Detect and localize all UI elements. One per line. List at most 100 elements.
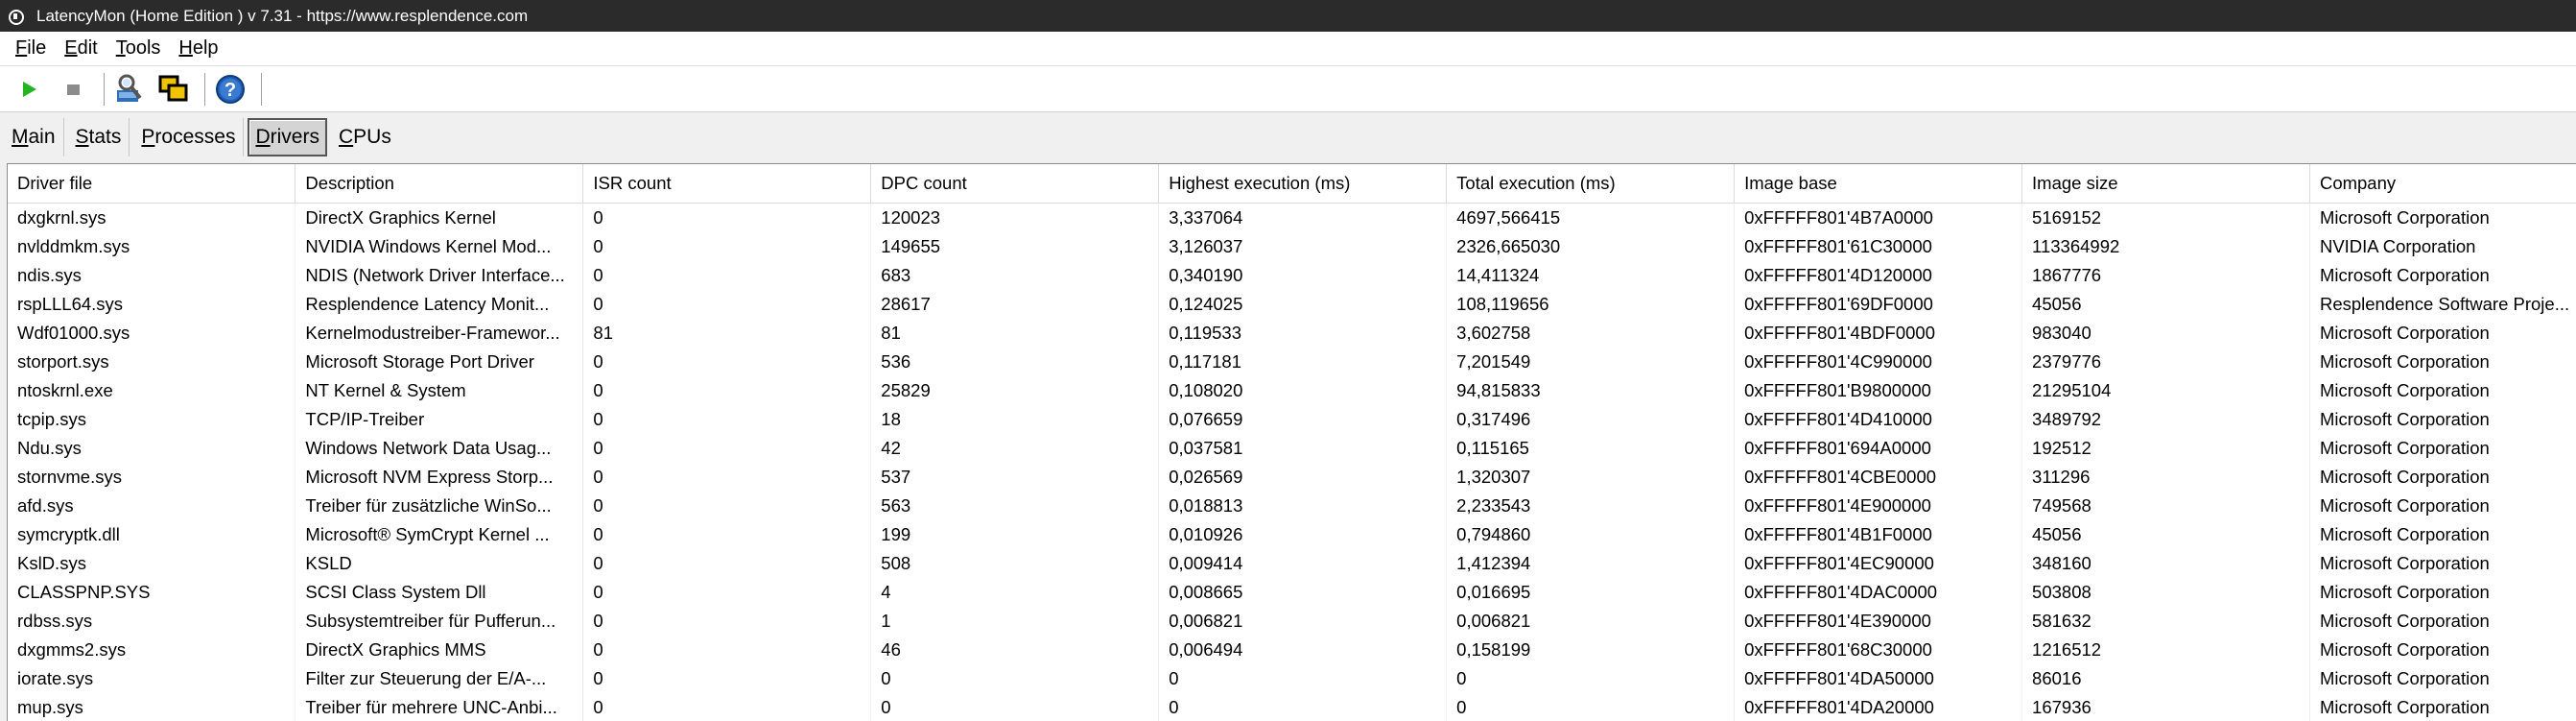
- app-logo-icon: [8, 9, 24, 25]
- title-bar: LatencyMon (Home Edition ) v 7.31 - http…: [0, 0, 2576, 32]
- column-header-total-execution[interactable]: Total execution (ms): [1446, 164, 1736, 204]
- cell-company: Microsoft Corporation: [2309, 405, 2576, 434]
- cell-company: Resplendence Software Proje...: [2309, 290, 2576, 319]
- cell-company: Microsoft Corporation: [2309, 520, 2576, 549]
- stop-button[interactable]: [54, 70, 92, 108]
- cell-total-execution: 0,317496: [1446, 405, 1736, 434]
- drivers-table-container: Driver file Description ISR count DPC co…: [7, 163, 2576, 721]
- cell-isr-count: 0: [582, 434, 872, 463]
- cell-isr-count: 0: [582, 463, 872, 492]
- table-row[interactable]: nvlddmkm.sys NVIDIA Windows Kernel Mod...…: [8, 232, 2576, 261]
- table-row[interactable]: iorate.sys Filter zur Steuerung der E/A-.…: [8, 664, 2576, 693]
- column-header-isr-count[interactable]: ISR count: [582, 164, 872, 204]
- cell-dpc-count: 537: [870, 463, 1160, 492]
- menu-edit[interactable]: Edit: [60, 36, 101, 61]
- table-row[interactable]: rdbss.sys Subsystemtreiber für Pufferun..…: [8, 607, 2576, 636]
- cell-company: Microsoft Corporation: [2309, 578, 2576, 607]
- table-row[interactable]: mup.sys Treiber für mehrere UNC-Anbi... 0 0…: [8, 693, 2576, 721]
- table-row[interactable]: Wdf01000.sys Kernelmodustreiber-Framewor.…: [8, 319, 2576, 348]
- table-row[interactable]: ntoskrnl.exe NT Kernel & System 0 25829 0,10…: [8, 376, 2576, 405]
- cell-description: Microsoft NVM Express Storp...: [295, 463, 584, 492]
- cell-image-base: 0xFFFFF801'4E900000: [1734, 492, 2023, 520]
- cell-image-base: 0xFFFFF801'69DF0000: [1734, 290, 2023, 319]
- menu-bar: File Edit Tools Help: [0, 32, 2576, 66]
- tab-processes[interactable]: Processes: [133, 118, 245, 156]
- cell-dpc-count: 0: [870, 664, 1160, 693]
- column-header-image-base[interactable]: Image base: [1734, 164, 2023, 204]
- table-row[interactable]: tcpip.sys TCP/IP-Treiber 0 18 0,076659 0,3174…: [8, 405, 2576, 434]
- tab-stats[interactable]: Stats: [68, 118, 130, 156]
- cell-image-base: 0xFFFFF801'4E390000: [1734, 607, 2023, 636]
- table-row[interactable]: storport.sys Microsoft Storage Port Drive…: [8, 348, 2576, 376]
- menu-help[interactable]: Help: [175, 36, 222, 61]
- cell-highest-execution: 3,126037: [1158, 232, 1448, 261]
- report-icon: [117, 74, 142, 102]
- windows-button[interactable]: [154, 70, 193, 108]
- column-header-driver-file[interactable]: Driver file: [8, 164, 296, 204]
- cell-company: Microsoft Corporation: [2309, 348, 2576, 376]
- cell-isr-count: 0: [582, 290, 872, 319]
- cell-highest-execution: 0,006494: [1158, 636, 1448, 664]
- cell-company: Microsoft Corporation: [2309, 549, 2576, 578]
- table-row[interactable]: CLASSPNP.SYS SCSI Class System Dll 0 4 0,008…: [8, 578, 2576, 607]
- window-title: LatencyMon (Home Edition ) v 7.31 - http…: [36, 6, 529, 25]
- cell-isr-count: 0: [582, 492, 872, 520]
- cell-image-base: 0xFFFFF801'4B7A0000: [1734, 203, 2023, 232]
- cell-driver-file: ndis.sys: [8, 261, 296, 290]
- cell-company: Microsoft Corporation: [2309, 376, 2576, 405]
- column-header-dpc-count[interactable]: DPC count: [870, 164, 1160, 204]
- tab-cpus[interactable]: CPUs: [331, 118, 399, 156]
- cell-image-base: 0xFFFFF801'4D410000: [1734, 405, 2023, 434]
- report-button[interactable]: [110, 70, 149, 108]
- cell-company: Microsoft Corporation: [2309, 319, 2576, 348]
- cell-dpc-count: 46: [870, 636, 1160, 664]
- help-button[interactable]: ?: [211, 70, 249, 108]
- column-header-company[interactable]: Company: [2309, 164, 2576, 204]
- table-header-row: Driver file Description ISR count DPC co…: [8, 164, 2576, 204]
- table-row[interactable]: KslD.sys KSLD 0 508 0,009414 1,412394 0xFFFFF8…: [8, 549, 2576, 578]
- windows-icon: [158, 75, 188, 101]
- cell-image-base: 0xFFFFF801'4DAC0000: [1734, 578, 2023, 607]
- menu-tools[interactable]: Tools: [112, 36, 165, 61]
- cell-image-size: 192512: [2021, 434, 2310, 463]
- toolbar-separator: [204, 72, 205, 106]
- table-row[interactable]: dxgmms2.sys DirectX Graphics MMS 0 46 0,0064…: [8, 636, 2576, 664]
- cell-image-size: 45056: [2021, 290, 2310, 319]
- table-row[interactable]: Ndu.sys Windows Network Data Usag... 0 42 0,…: [8, 434, 2576, 463]
- start-button[interactable]: [10, 70, 48, 108]
- cell-total-execution: 0,016695: [1446, 578, 1736, 607]
- menu-file[interactable]: File: [12, 36, 50, 61]
- cell-description: Treiber für zusätzliche WinSo...: [295, 492, 584, 520]
- table-row[interactable]: stornvme.sys Microsoft NVM Express Storp.…: [8, 463, 2576, 492]
- tab-drivers[interactable]: Drivers: [248, 118, 327, 156]
- cell-highest-execution: 0,008665: [1158, 578, 1448, 607]
- cell-isr-count: 0: [582, 348, 872, 376]
- cell-image-size: 311296: [2021, 463, 2310, 492]
- cell-driver-file: KslD.sys: [8, 549, 296, 578]
- cell-highest-execution: 0: [1158, 664, 1448, 693]
- table-row[interactable]: dxgkrnl.sys DirectX Graphics Kernel 0 12002…: [8, 203, 2576, 232]
- cell-dpc-count: 81: [870, 319, 1160, 348]
- cell-total-execution: 4697,566415: [1446, 203, 1736, 232]
- cell-driver-file: dxgmms2.sys: [8, 636, 296, 664]
- cell-description: DirectX Graphics Kernel: [295, 203, 584, 232]
- cell-highest-execution: 0,119533: [1158, 319, 1448, 348]
- cell-highest-execution: 0,009414: [1158, 549, 1448, 578]
- cell-total-execution: 0,794860: [1446, 520, 1736, 549]
- tab-main[interactable]: Main: [4, 118, 64, 156]
- cell-image-size: 1216512: [2021, 636, 2310, 664]
- cell-dpc-count: 536: [870, 348, 1160, 376]
- table-row[interactable]: symcryptk.dll Microsoft® SymCrypt Kernel …: [8, 520, 2576, 549]
- table-row[interactable]: ndis.sys NDIS (Network Driver Interface..…: [8, 261, 2576, 290]
- column-header-image-size[interactable]: Image size: [2021, 164, 2310, 204]
- column-header-description[interactable]: Description: [295, 164, 584, 204]
- cell-dpc-count: 508: [870, 549, 1160, 578]
- cell-driver-file: nvlddmkm.sys: [8, 232, 296, 261]
- cell-total-execution: 1,320307: [1446, 463, 1736, 492]
- table-row[interactable]: rspLLL64.sys Resplendence Latency Monit..…: [8, 290, 2576, 319]
- column-header-highest-execution[interactable]: Highest execution (ms): [1158, 164, 1448, 204]
- cell-image-base: 0xFFFFF801'4EC90000: [1734, 549, 2023, 578]
- tab-bar: Main Stats Processes Drivers CPUs: [0, 113, 2576, 161]
- table-row[interactable]: afd.sys Treiber für zusätzliche WinSo... 0…: [8, 492, 2576, 520]
- cell-total-execution: 94,815833: [1446, 376, 1736, 405]
